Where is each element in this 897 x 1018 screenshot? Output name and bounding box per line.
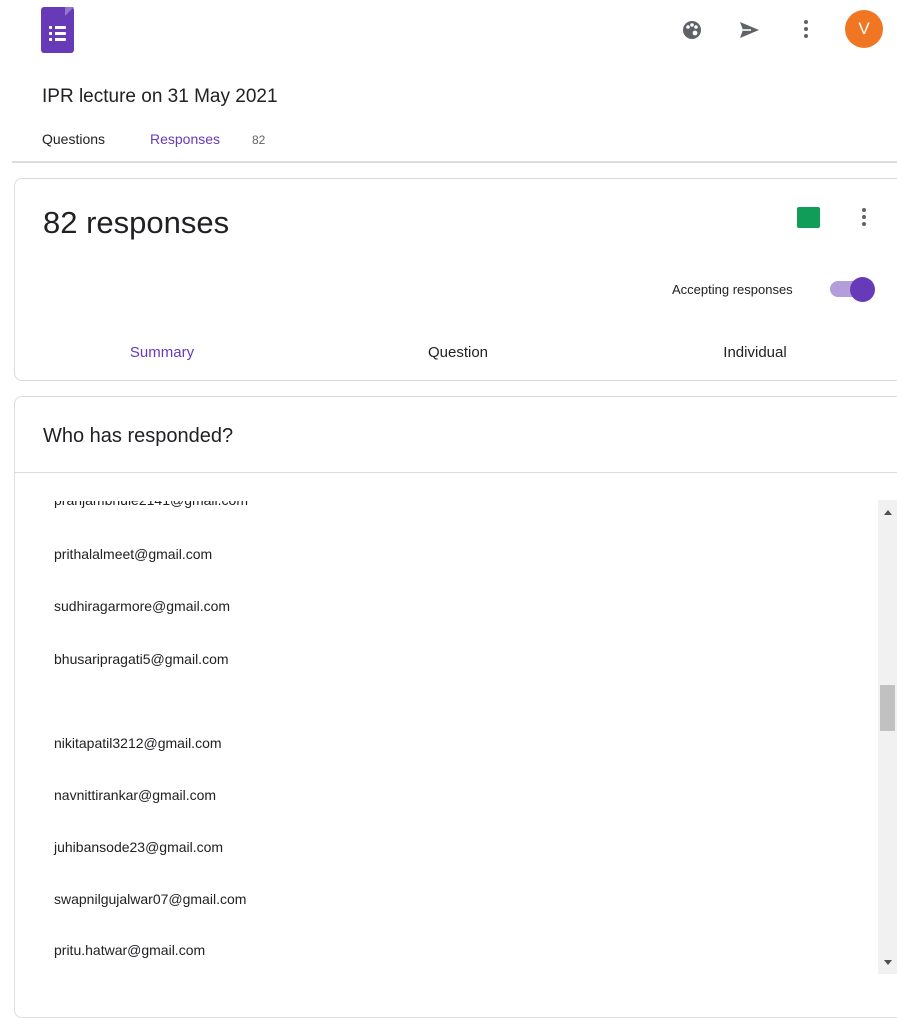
scrollbar-thumb[interactable] (880, 685, 895, 731)
list-item: swapnilgujalwar07@gmail.com (54, 891, 247, 907)
responses-count-heading: 82 responses (43, 205, 230, 240)
list-item: juhibansode23@gmail.com (54, 839, 224, 855)
list-item: nikitapatil3212@gmail.com (54, 735, 222, 751)
list-item: sudhiragarmore@gmail.com (54, 598, 231, 614)
more-vert-icon[interactable] (804, 20, 808, 41)
tab-questions[interactable]: Questions (42, 131, 105, 147)
google-sheets-icon[interactable] (797, 207, 820, 228)
palette-icon[interactable] (678, 16, 706, 44)
header-divider (12, 161, 897, 163)
who-responded-card (14, 396, 897, 1018)
subtab-summary[interactable]: Summary (62, 344, 262, 361)
form-title: IPR lecture on 31 May 2021 (42, 86, 278, 107)
send-icon[interactable] (735, 16, 763, 44)
avatar[interactable]: V (845, 10, 883, 48)
subtab-question[interactable]: Question (358, 344, 558, 361)
list-item: bhusaripragati5@gmail.com (54, 651, 229, 667)
scrollbar[interactable] (878, 500, 897, 974)
list-item: prithalalmeet@gmail.com (54, 546, 213, 562)
responses-count-badge: 82 (252, 133, 266, 147)
card-divider (14, 472, 897, 473)
toggle-knob[interactable] (850, 277, 875, 302)
google-forms-icon[interactable] (41, 7, 74, 53)
who-responded-heading: Who has responded? (43, 425, 234, 447)
scroll-up-icon[interactable] (884, 510, 892, 515)
list-item: pritu.hatwar@gmail.com (54, 942, 206, 958)
scroll-down-icon[interactable] (884, 960, 892, 965)
accepting-responses-label: Accepting responses (672, 282, 793, 297)
tab-responses[interactable]: Responses (150, 131, 220, 147)
subtab-individual[interactable]: Individual (655, 344, 855, 361)
list-item: navnittirankar@gmail.com (54, 787, 217, 803)
more-options-icon[interactable] (862, 208, 866, 229)
